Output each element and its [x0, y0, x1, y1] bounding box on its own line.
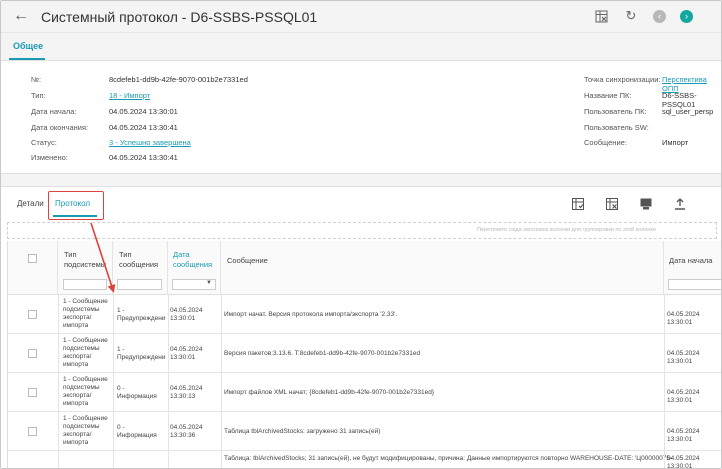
info-num-label: №: [31, 75, 42, 84]
col-divider [221, 295, 222, 468]
cell-msgtype: 0 - Информация [117, 385, 157, 400]
grid-layout-icon[interactable] [639, 197, 653, 211]
cell-date: 04.05.2024 13:30:36 [170, 424, 203, 439]
table-row[interactable]: 1 - Сообщение подсистемы экспорта/импорта … [8, 295, 721, 334]
info-pcuser-value: sql_user_persp [662, 107, 714, 116]
table-row[interactable]: 1 - Сообщение подсистемы экспорта/импорта … [8, 412, 721, 451]
filter-message-date[interactable]: ▼ [172, 279, 216, 290]
cell-message: Таблица: tblArchivedStocks; 31 запись(ей… [224, 455, 673, 462]
cell-msgtype: 0 - Информация [117, 424, 157, 439]
col-divider [58, 295, 59, 468]
cell-subsystem: 1 - Сообщение подсистемы экспорта/импорта [63, 415, 108, 446]
info-swuser-label: Пользователь SW: [584, 123, 649, 132]
col-divider [113, 295, 114, 468]
row-checkbox[interactable] [28, 427, 37, 436]
grid-clear-icon[interactable] [605, 197, 619, 211]
page-title: Системный протокол - D6-SSBS-PSSQL01 [41, 9, 318, 25]
cell-message: Импорт файлов XML начат; {8cdefeb1-dd9b-… [224, 389, 434, 396]
header-message-date: Дата сообщения [173, 250, 213, 269]
grid-toolbar [571, 197, 687, 211]
cell-message: Импорт начат. Версия протокола импорта/э… [224, 311, 398, 318]
cell-message: Таблица tblArchivedStocks: загружено 31 … [224, 428, 381, 435]
grid-delete-icon[interactable] [593, 8, 609, 24]
col-select [8, 241, 58, 294]
header-toolbar: ↻ ‹ › [593, 8, 693, 24]
cell-msgtype: 1 - Предупреждени [117, 346, 166, 361]
row-checkbox[interactable] [28, 349, 37, 358]
table-row[interactable]: 1 - Сообщение подсистемы экспорта/импорта … [8, 373, 721, 412]
cell-subsystem: 1 - Сообщение подсистемы экспорта/импорта [63, 298, 108, 329]
info-start-label: Дата начала: [31, 107, 77, 116]
table-row[interactable]: Таблица: tblArchivedStocks; 31 запись(ей… [8, 451, 721, 469]
header-message-type: Тип сообщения [119, 250, 159, 269]
chevron-down-icon[interactable]: ▼ [206, 280, 212, 286]
col-message-type[interactable]: Тип сообщения [113, 241, 168, 294]
page-header: ← Системный протокол - D6-SSBS-PSSQL01 ↻… [1, 1, 721, 33]
cell-date: 04.05.2024 13:30:13 [170, 385, 203, 400]
info-type-label: Тип: [31, 91, 46, 100]
col-message[interactable]: Сообщение [221, 241, 664, 294]
protocol-grid: Тип подсистемы Тип сообщения Дата сообщения… [7, 241, 721, 469]
grid-header: Тип подсистемы Тип сообщения Дата сообщения… [8, 241, 721, 295]
col-start-date[interactable]: Дата начала [664, 241, 721, 294]
info-type-link[interactable]: 18 - Импорт [109, 91, 150, 100]
arrow-left-icon[interactable]: ← [13, 7, 29, 25]
export-icon[interactable] [673, 197, 687, 211]
tab-general[interactable]: Общее [13, 41, 43, 51]
record-info: №: 8cdefeb1-dd9b-42fe-9070-001b2e7331ed … [1, 61, 721, 173]
info-changed-value: 04.05.2024 13:30:41 [109, 153, 178, 162]
next-icon[interactable]: › [680, 9, 693, 23]
info-num-value: 8cdefeb1-dd9b-42fe-9070-001b2e7331ed [109, 75, 248, 84]
info-sync-label: Точка синхронизации: [584, 75, 661, 84]
select-all-checkbox[interactable] [28, 254, 37, 263]
cell-start: 04.05.2024 13:30:01 [667, 389, 700, 404]
header-start-date: Дата начала [669, 256, 713, 265]
table-row[interactable]: 1 - Сообщение подсистемы экспорта/импорта … [8, 334, 721, 373]
tab-active-underline [9, 58, 45, 60]
filter-message-type[interactable] [117, 279, 162, 290]
cell-date: 04.05.2024 13:30:01 [170, 346, 203, 361]
main-tabs: Общее [1, 33, 721, 61]
header-message: Сообщение [227, 256, 268, 265]
info-msg-label: Сообщение: [584, 138, 627, 147]
grid-settings-icon[interactable] [571, 197, 585, 211]
info-end-value: 04.05.2024 13:30:41 [109, 123, 178, 132]
info-status-label: Статус: [31, 138, 57, 147]
info-status-link[interactable]: 3 - Успешно завершена [109, 138, 191, 147]
info-msg-value: Импорт [662, 138, 689, 147]
filter-start-date[interactable] [668, 279, 721, 290]
info-changed-label: Изменено: [31, 153, 68, 162]
cell-start: 04.05.2024 13:30:01 [667, 311, 700, 326]
col-subsystem-type[interactable]: Тип подсистемы [58, 241, 113, 294]
previous-icon[interactable]: ‹ [653, 9, 666, 23]
cell-subsystem: 1 - Сообщение подсистемы экспорта/импорта [63, 337, 108, 368]
row-checkbox[interactable] [28, 388, 37, 397]
highlight-box [48, 191, 104, 220]
cell-message: Версия пакетов:3.13.6. T:8cdefeb1-dd9b-4… [224, 350, 421, 357]
cell-start: 04.05.2024 13:30:01 [667, 428, 700, 443]
tab-details[interactable]: Детали [17, 199, 44, 208]
col-divider [664, 295, 665, 468]
filter-subsystem-type[interactable] [63, 279, 107, 290]
cell-start: 04.05.2024 13:30:01 [667, 455, 700, 469]
col-divider [168, 295, 169, 468]
cell-start: 04.05.2024 13:30:01 [667, 350, 700, 365]
info-pcuser-label: Пользователь ПК: [584, 107, 647, 116]
header-subsystem-type: Тип подсистемы [64, 250, 107, 269]
refresh-icon[interactable]: ↻ [623, 8, 639, 24]
cell-subsystem: 1 - Сообщение подсистемы экспорта/импорта [63, 376, 108, 407]
info-pc-label: Название ПК: [584, 91, 632, 100]
info-start-value: 04.05.2024 13:30:01 [109, 107, 178, 116]
group-by-bar[interactable]: Перетяните сюда заголовок колонки для гр… [7, 222, 717, 239]
row-checkbox[interactable] [28, 310, 37, 319]
cell-msgtype: 1 - Предупреждени [117, 307, 166, 322]
col-message-date[interactable]: Дата сообщения ▼ [168, 241, 221, 294]
window: ← Системный протокол - D6-SSBS-PSSQL01 ↻… [0, 0, 722, 469]
cell-date: 04.05.2024 13:30:01 [170, 307, 203, 322]
section-divider [1, 173, 721, 187]
info-end-label: Дата окончания: [31, 123, 89, 132]
